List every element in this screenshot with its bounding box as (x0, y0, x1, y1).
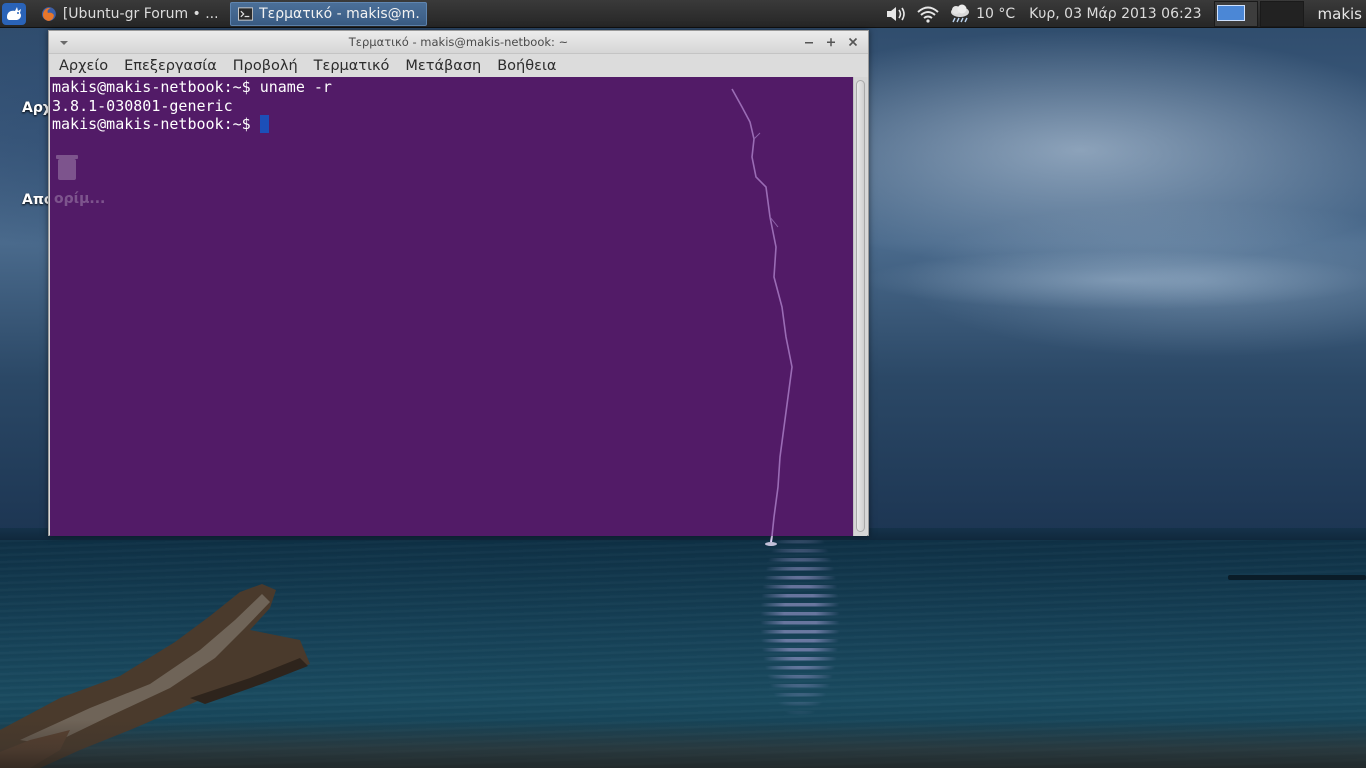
menu-view[interactable]: Προβολή (225, 54, 306, 77)
minimize-button[interactable] (802, 34, 816, 50)
workspace-switcher (1213, 0, 1304, 27)
system-tray: 10 °C Κυρ, 03 Μάρ 2013 06:23 makis (876, 0, 1366, 28)
volume-icon (887, 6, 905, 21)
terminal-text: makis@makis-netbook:~$ uname -r 3.8.1-03… (50, 77, 854, 135)
wallpaper-clouds (860, 250, 1366, 310)
terminal-icon (238, 6, 254, 21)
wallpaper-shore (0, 720, 1366, 768)
window-controls (802, 34, 860, 50)
wifi-icon (917, 6, 939, 23)
window-menu-button[interactable] (58, 37, 70, 49)
scrollbar-thumb[interactable] (856, 80, 865, 532)
terminal-menubar: Αρχείο Επεξεργασία Προβολή Τερματικό Μετ… (49, 54, 868, 77)
firefox-icon (41, 6, 56, 21)
close-icon (848, 37, 858, 47)
window-titlebar[interactable]: Τερματικό - makis@makis-netbook: ~ (49, 31, 868, 54)
workspace-window-thumbnail (1216, 4, 1245, 21)
workspace-1[interactable] (1213, 0, 1258, 27)
user-menu[interactable]: makis (1318, 5, 1362, 23)
taskbar-item-label: Τερματικό - makis@m... (259, 5, 419, 22)
wallpaper-lightning-reflection (760, 540, 840, 740)
clock[interactable]: Κυρ, 03 Μάρ 2013 06:23 (1029, 6, 1201, 22)
menu-help[interactable]: Βοήθεια (489, 54, 564, 77)
terminal-scrollbar[interactable] (853, 77, 867, 536)
terminal-line-prompt: makis@makis-netbook:~$ (52, 115, 260, 133)
minimize-icon (805, 42, 813, 44)
close-button[interactable] (846, 34, 860, 50)
terminal-window: Τερματικό - makis@makis-netbook: ~ Αρχεί… (48, 30, 869, 536)
workspace-2[interactable] (1259, 0, 1304, 27)
trash-icon (56, 155, 78, 180)
volume-control[interactable] (884, 3, 908, 25)
maximize-button[interactable] (824, 34, 838, 50)
terminal-output-area[interactable]: ορίμ... makis@makis-netbook:~$ uname -r … (50, 77, 854, 536)
terminal-line-output: 3.8.1-030801-generic (52, 96, 233, 115)
network-control[interactable] (916, 3, 940, 25)
applications-menu-button[interactable] (0, 0, 28, 28)
maximize-icon (827, 38, 835, 47)
window-title: Τερματικό - makis@makis-netbook: ~ (348, 35, 569, 49)
terminal-cursor (259, 115, 269, 133)
weather-temperature[interactable]: 10 °C (976, 6, 1015, 22)
taskbar-item-label: [Ubuntu-gr Forum • ... (62, 5, 217, 22)
menu-file[interactable]: Αρχείο (51, 54, 116, 77)
taskbar-item-terminal[interactable]: Τερματικό - makis@m... (230, 1, 427, 26)
menu-terminal[interactable]: Τερματικό (306, 54, 398, 77)
lightning-bolt (731, 88, 793, 536)
chevron-down-icon (60, 41, 68, 45)
terminal-line-command: makis@makis-netbook:~$ uname -r (52, 78, 332, 96)
menu-go[interactable]: Μετάβαση (397, 54, 489, 77)
top-panel: [Ubuntu-gr Forum • ... Τερματικό - makis… (0, 0, 1366, 28)
desktop-icon-label-ghost: ορίμ... (54, 191, 106, 207)
weather-icon (951, 4, 970, 22)
menu-edit[interactable]: Επεξεργασία (116, 54, 225, 77)
wallpaper-far-pier (1228, 575, 1366, 580)
taskbar-item-firefox[interactable]: [Ubuntu-gr Forum • ... (34, 2, 224, 26)
weather-plugin[interactable] (948, 3, 972, 25)
xfce-mouse-icon (2, 2, 26, 25)
